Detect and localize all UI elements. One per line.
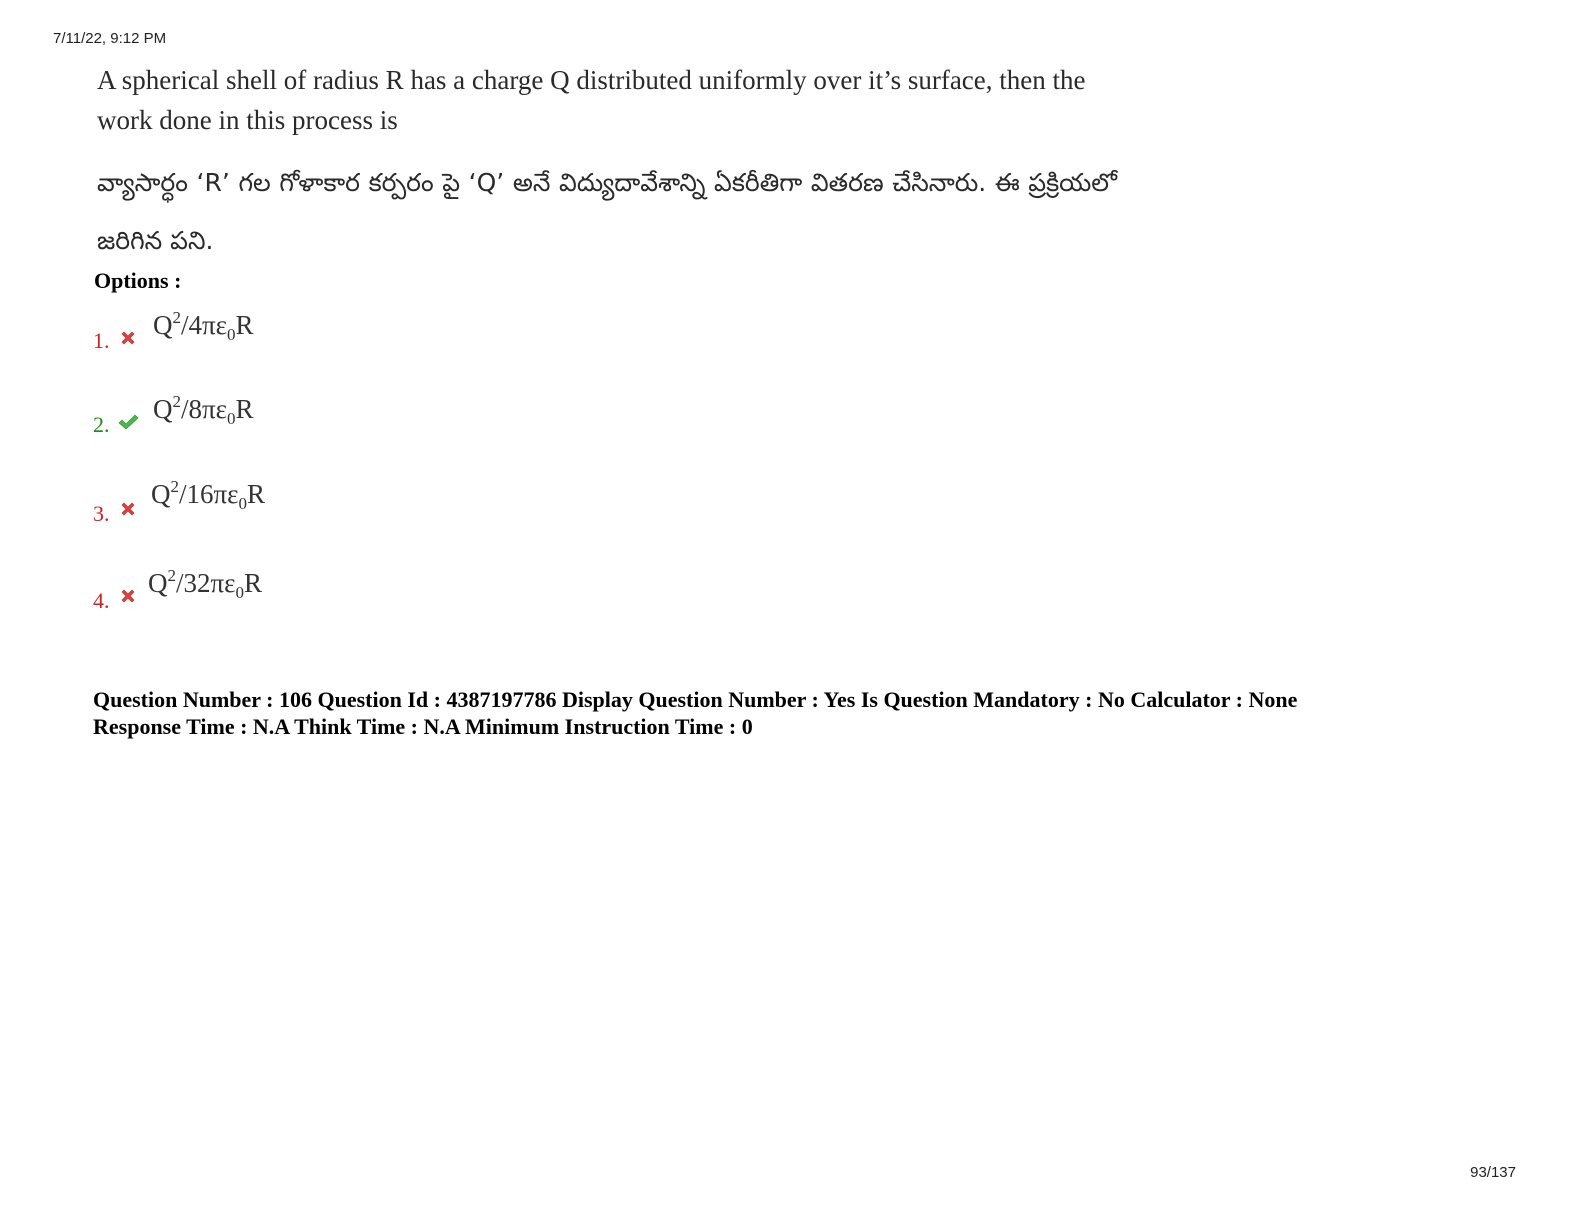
check-icon [118, 414, 139, 430]
question-text-telugu: వ్యాసార్ధం ‘R’ గల గోళాకార కర్పరం పై ‘Q’ … [97, 168, 1117, 255]
option-2-number: 2. [93, 412, 110, 437]
question-metadata: Question Number : 106 Question Id : 4387… [93, 686, 1473, 740]
question-text-english: A spherical shell of radius R has a char… [97, 65, 1086, 135]
cross-icon [121, 502, 135, 516]
options-label: Options : [94, 268, 182, 293]
metadata-line-1: Question Number : 106 Question Id : 4387… [93, 687, 1298, 712]
page-number: 93/137 [1470, 1164, 1516, 1181]
metadata-line-2: Response Time : N.A Think Time : N.A Min… [93, 714, 753, 739]
option-1-formula: Q2/4πε0R [153, 308, 254, 344]
option-3-number: 3. [93, 501, 110, 526]
cross-icon [121, 589, 135, 603]
option-4-number: 4. [93, 588, 110, 613]
question-block: A spherical shell of radius R has a char… [97, 60, 1117, 270]
option-2-formula: Q2/8πε0R [153, 392, 254, 428]
header-datetime: 7/11/22, 9:12 PM [53, 30, 167, 47]
cross-icon [121, 331, 135, 345]
option-3-formula: Q2/16πε0R [151, 477, 265, 513]
option-4-formula: Q2/32πε0R [148, 566, 262, 602]
option-1-number: 1. [93, 328, 110, 353]
